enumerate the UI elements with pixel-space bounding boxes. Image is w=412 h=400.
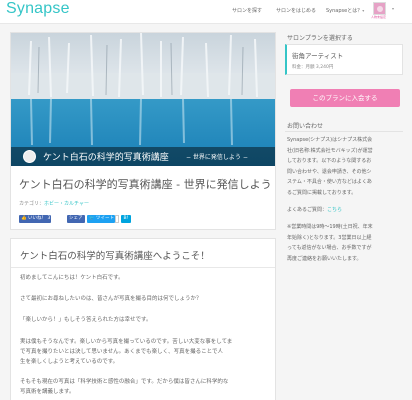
nav-find-salon[interactable]: サロンを探す [232,7,262,14]
hours-text: っても返信がない場合、お手数ですが [287,245,372,251]
hours-text: 再度ご連絡をお願いいたします。 [287,255,362,262]
contact-section-label: お問い合わせ [287,123,324,130]
nav-start-salon[interactable]: サロンをはじめる [276,7,316,14]
paragraph: そもそも現在の写真は「科学技術と感性の融合」です。だから僕は皆さんに科学的な [20,379,229,385]
paragraph: 写真術を講義します。 [20,389,75,395]
hero-caption-title: ケント白石の科学的写真術講座 [43,153,169,163]
contact-text: Synapse(シナプス)はシナプス株式会 [287,137,373,143]
divider [285,131,403,132]
category: カテゴリ：ホビー・カルチャー [19,200,89,207]
paragraph: 生を楽しくしようと考えているのです。 [20,359,119,365]
facebook-like-button[interactable]: 👍 いいね！ 373 [19,215,56,223]
hours-text: 年始除く)となります。3営業日以上経 [287,234,372,241]
nav-about-label: Synapseとは？ [326,8,363,14]
divider [11,267,275,268]
plan-option[interactable]: 街角アーティスト 料金：月額 3,240円 [285,44,403,75]
course-title: ケント白石の科学的写真術講座 - 世界に発信しよう [19,178,272,191]
contact-text: るご質問に掲載しております。 [287,189,357,196]
faq-line: よくあるご質問：こちら [287,205,342,216]
paragraph: さて最初にお尋ねしたいのは、皆さんが写真を撮る目的は何でしょうか？ [20,296,202,302]
tweet-count [115,215,119,223]
plan-name: 街角アーティスト [292,52,344,60]
hero-caption: ケント白石の科学的写真術講座 − 世界に発信しよう − [11,147,275,166]
category-label: カテゴリ： [19,201,45,207]
nav-about-synapse[interactable]: Synapseとは？▾ [326,7,364,14]
contact-text: 問い合わせや、退会申請き、その他シ [287,168,372,175]
contact-text: しております。以下のような関するお [287,158,372,164]
instructor-avatar [23,150,36,163]
paragraph: 実は僕もそうなんです。楽しいから写真を撮っているのです。苦しい大変な事をしてま [20,339,233,345]
paragraph: で写真を撮りたいとは決して思いません。あくまでも楽しく、写真を撮ることで人 [20,349,224,355]
logo[interactable]: Synapse [6,0,70,18]
faq-label: よくあるご質問： [287,207,328,213]
hours-text: ※営業時間は9時〜19時(土日祝、年末 [287,224,373,230]
paragraph: 「楽しいから！」もしそう答えられた方は幸せです。 [20,317,152,323]
plan-section-label: サロンプランを選択する [287,35,353,42]
chevron-down-icon: ▾ [362,8,365,13]
facebook-share-button[interactable]: シェア [67,215,85,223]
contact-text: ステム・不具合・使い方などはよくあ [287,179,372,185]
avatar-menu-icon[interactable]: ▾ [392,6,394,11]
category-link[interactable]: ホビー・カルチャー [44,201,89,207]
paragraph: 初めましてこんにちは！ケント白石です。 [20,275,124,281]
hero-image: ケント白石の科学的写真術講座 − 世界に発信しよう − [11,33,275,166]
site-header: Synapse サロンを探す サロンをはじめる Synapseとは？▾ 人物未設… [0,0,412,24]
tweet-button[interactable]: 🐦 ツイート [87,215,115,223]
hero-caption-subtitle: − 世界に発信しよう − [186,154,248,161]
avatar-label: 人物未設定 [371,15,387,19]
faq-link[interactable]: こちら [327,207,342,213]
course-card: ケント白石の科学的写真術講座 − 世界に発信しよう − ケント白石の科学的写真術… [10,32,276,230]
course-description: ケント白石の科学的写真術講座へようこそ！ 初めましてこんにちは！ケント白石です。… [10,238,276,400]
hatena-bookmark-button[interactable]: B! [121,215,131,223]
avatar[interactable] [373,2,386,15]
description-title: ケント白石の科学的写真術講座へようこそ！ [20,251,210,262]
plan-price: 料金：月額 3,240円 [292,65,334,70]
join-plan-button[interactable]: このプランに入会する [290,89,400,107]
contact-text: 社(旧名称:株式会社モバキッズ)が運営 [287,147,373,154]
